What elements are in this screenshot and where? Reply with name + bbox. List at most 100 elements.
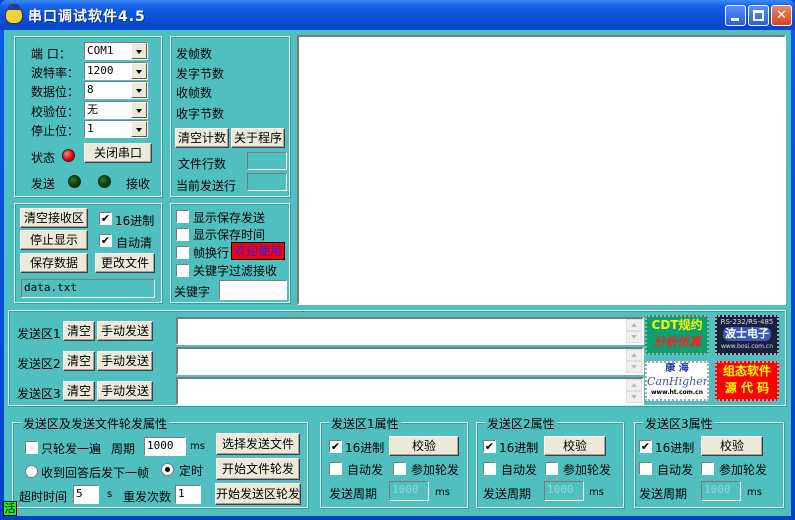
area1-props-title: 发送区1属性 [329, 415, 401, 432]
chevron-down-icon[interactable] [131, 121, 147, 137]
scroll-down-icon[interactable] [626, 361, 642, 373]
ad-source-line1: 组态软件 [722, 364, 771, 378]
once-label: 只轮发一遍 [41, 442, 102, 456]
check-icon: ✔ [100, 234, 111, 247]
area1-period-label: 发送周期 [329, 487, 378, 501]
baud-value: 1200 [87, 64, 114, 77]
send-area-3-clear-button[interactable]: 清空 [63, 381, 95, 401]
scroll-up-icon[interactable] [626, 349, 642, 361]
file-name-field[interactable]: data.txt [21, 279, 155, 298]
ad-bosi[interactable]: RS-232/RS-485 波士电子 www.bosi.com.cn [715, 315, 779, 355]
send-area-3-input[interactable] [176, 377, 644, 405]
retry-input[interactable]: 1 [175, 485, 201, 504]
chevron-down-icon[interactable] [131, 82, 147, 98]
timeout-input[interactable]: 5 [73, 485, 99, 504]
retry-label: 重发次数 [123, 490, 172, 504]
parity-label: 校验位： [31, 105, 80, 119]
reply-radio[interactable] [25, 465, 38, 478]
ad-cdt-line2: 分析仿真 [652, 335, 701, 349]
receive-textarea[interactable] [297, 35, 786, 305]
ad-cdt[interactable]: CDT规约 分析仿真 [645, 315, 709, 355]
area3-verify-button[interactable]: 校验 [701, 436, 763, 456]
ad-source-code[interactable]: 组态软件 源 代 码 [715, 361, 779, 401]
ad-canhigher-line2: CanHigher [647, 375, 709, 388]
stopbits-value: 1 [87, 122, 94, 135]
send-area-2-input[interactable] [176, 347, 644, 375]
keyword-input[interactable] [219, 280, 287, 300]
client-area: 端 口： COM1 波特率： 1200 数据位： 8 校验位： 无 停止位： 1… [4, 30, 791, 516]
clear-count-button[interactable]: 清空计数 [175, 128, 229, 148]
minimize-icon [731, 18, 739, 21]
ad-bosi-line3: www.bosi.com.cn [720, 343, 774, 350]
hex-checkbox[interactable]: ✔ [99, 212, 112, 225]
start-file-button[interactable]: 开始文件轮发 [216, 458, 300, 480]
show-save-time-checkbox[interactable] [176, 228, 189, 241]
area3-auto-checkbox[interactable] [639, 462, 652, 475]
area1-hex-checkbox[interactable]: ✔ [329, 440, 342, 453]
once-checkbox[interactable] [25, 441, 38, 454]
send-area-1-clear-button[interactable]: 清空 [63, 321, 95, 341]
period-unit: ms [190, 441, 205, 452]
app-icon [5, 4, 23, 24]
clear-receive-button[interactable]: 清空接收区 [20, 208, 88, 228]
parity-select[interactable]: 无 [84, 101, 148, 119]
timed-radio[interactable] [161, 463, 174, 476]
area3-hex-checkbox[interactable]: ✔ [639, 440, 652, 453]
area2-join-label: 参加轮发 [563, 463, 612, 477]
chevron-down-icon[interactable] [131, 43, 147, 59]
area1-auto-checkbox[interactable] [329, 462, 342, 475]
area2-auto-checkbox[interactable] [483, 462, 496, 475]
send-led-icon [68, 175, 81, 188]
databits-select[interactable]: 8 [84, 81, 148, 99]
auto-clear-checkbox[interactable]: ✔ [99, 234, 112, 247]
file-lines-field [247, 152, 287, 170]
title-bar[interactable]: 串口调试软件4.5 ✕ [0, 0, 795, 30]
scroll-up-icon[interactable] [626, 379, 642, 391]
ad-canhigher-line1: 康 海 [665, 363, 689, 374]
stop-display-button[interactable]: 停止显示 [20, 230, 88, 250]
scroll-down-icon[interactable] [626, 331, 642, 343]
baud-select[interactable]: 1200 [84, 62, 148, 80]
select-file-button[interactable]: 选择发送文件 [216, 433, 300, 455]
chevron-down-icon[interactable] [131, 63, 147, 79]
ad-canhigher[interactable]: 康 海 CanHigher www.ht.com.cn [645, 361, 709, 401]
start-area-rotation-button[interactable]: 开始发送区轮发 [215, 483, 301, 505]
area3-join-checkbox[interactable] [701, 462, 714, 475]
timeout-label: 超时时间 [19, 490, 68, 504]
send-area-1-send-button[interactable]: 手动发送 [97, 321, 153, 341]
area3-props-title: 发送区3属性 [643, 415, 715, 432]
scroll-up-icon[interactable] [626, 319, 642, 331]
stopbits-select[interactable]: 1 [84, 120, 148, 138]
area1-join-checkbox[interactable] [393, 462, 406, 475]
keyword-filter-checkbox[interactable] [176, 264, 189, 277]
close-port-button[interactable]: 关闭串口 [84, 143, 152, 163]
status-led-icon [62, 149, 75, 162]
close-button[interactable]: ✕ [771, 5, 792, 26]
send-area-3-send-button[interactable]: 手动发送 [97, 381, 153, 401]
show-save-send-checkbox[interactable] [176, 210, 189, 223]
chevron-down-icon[interactable] [131, 102, 147, 118]
port-label: 端 口： [31, 47, 71, 61]
period-input[interactable]: 1000 [144, 437, 186, 456]
minimize-button[interactable] [725, 5, 746, 26]
area2-hex-checkbox[interactable]: ✔ [483, 440, 496, 453]
main-window: 串口调试软件4.5 ✕ 端 口： COM1 波特率： 1200 数据位： 8 校… [0, 0, 795, 520]
sent-frames-label: 发帧数 [176, 47, 213, 61]
area1-verify-button[interactable]: 校验 [389, 436, 459, 456]
area2-period-input: 1000 [544, 481, 584, 501]
maximize-button[interactable] [748, 5, 769, 26]
save-data-button[interactable]: 保存数据 [20, 253, 88, 273]
scroll-down-icon[interactable] [626, 391, 642, 403]
area2-join-checkbox[interactable] [545, 462, 558, 475]
rotation-group: 发送区及发送文件轮发属性 只轮发一遍 周期 1000 ms 选择发送文件 收到回… [12, 415, 308, 508]
send-area-1-input[interactable] [176, 317, 644, 345]
current-line-field [247, 173, 287, 191]
check-icon: ✔ [640, 440, 651, 453]
send-area-2-send-button[interactable]: 手动发送 [97, 351, 153, 371]
area2-verify-button[interactable]: 校验 [544, 436, 606, 456]
about-button[interactable]: 关于程序 [231, 128, 285, 148]
port-select[interactable]: COM1 [84, 42, 148, 60]
frame-newline-checkbox[interactable] [176, 246, 189, 259]
send-area-2-clear-button[interactable]: 清空 [63, 351, 95, 371]
change-file-button[interactable]: 更改文件 [95, 253, 155, 273]
